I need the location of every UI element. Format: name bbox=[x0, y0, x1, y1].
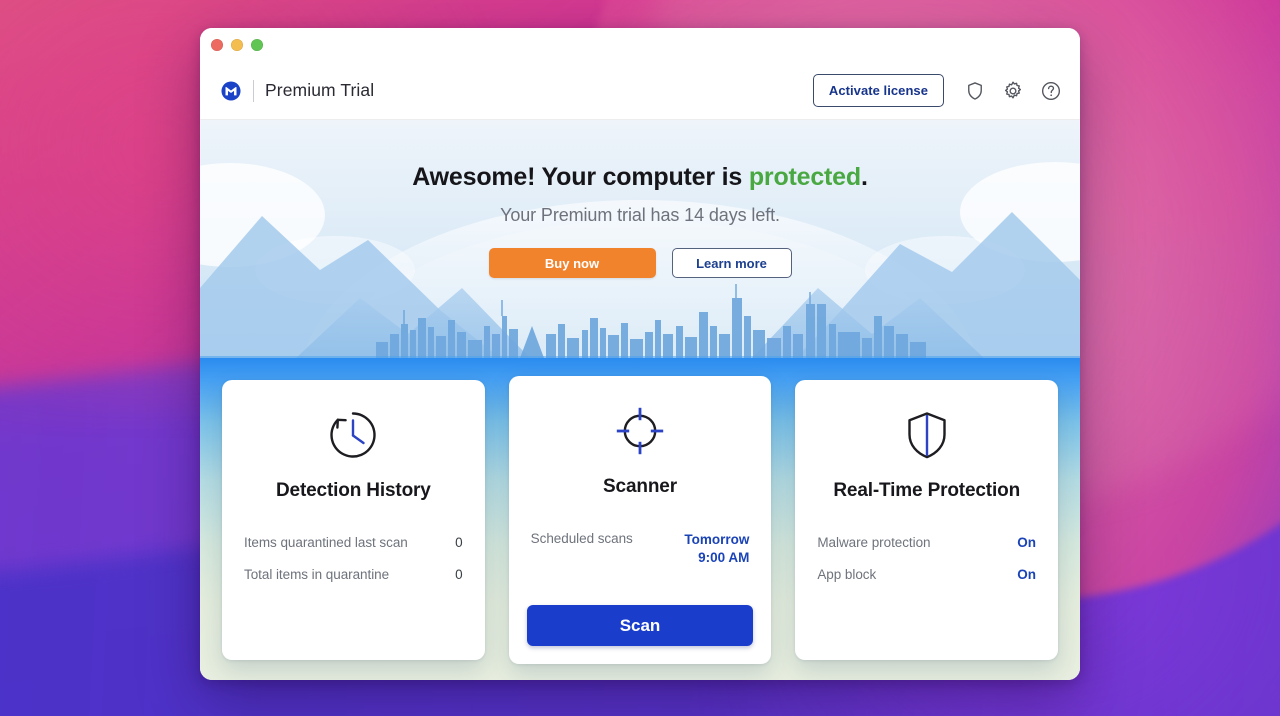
card-spacer bbox=[813, 599, 1040, 642]
brand-divider bbox=[253, 79, 254, 102]
activate-license-button[interactable]: Activate license bbox=[812, 74, 944, 107]
scheduled-scan-time: 9:00 AM bbox=[698, 550, 750, 566]
hero-headline-suffix: . bbox=[860, 163, 868, 191]
table-row: Scheduled scans Tomorrow 9:00 AM bbox=[527, 531, 754, 567]
header-icon-group bbox=[964, 80, 1062, 102]
table-row: Malware protection On bbox=[813, 535, 1040, 550]
hero-content: Awesome! Your computer is protected. You… bbox=[200, 120, 1080, 278]
window-maximize-button[interactable] bbox=[251, 39, 263, 51]
hero-headline-prefix: Awesome! Your computer is bbox=[412, 163, 749, 191]
row-label: Scheduled scans bbox=[530, 531, 633, 546]
hero-headline: Awesome! Your computer is protected. bbox=[200, 163, 1080, 192]
clock-history-icon bbox=[240, 404, 467, 466]
app-title: Premium Trial bbox=[265, 80, 375, 100]
card-scanner[interactable]: Scanner Scheduled scans Tomorrow 9:00 AM… bbox=[508, 376, 772, 664]
card-rows: Scheduled scans Tomorrow 9:00 AM bbox=[527, 531, 754, 584]
card-rows: Malware protection On App block On bbox=[813, 535, 1040, 599]
hero-status-word: protected bbox=[748, 163, 861, 191]
row-value: On bbox=[1017, 535, 1037, 550]
gear-icon[interactable] bbox=[1002, 80, 1024, 102]
table-row: Items quarantined last scan 0 bbox=[240, 535, 467, 550]
hero-banner: Awesome! Your computer is protected. You… bbox=[200, 120, 1080, 358]
row-label: Items quarantined last scan bbox=[244, 535, 408, 550]
scheduled-scan-day: Tomorrow bbox=[684, 532, 750, 547]
hero-button-group: Buy now Learn more bbox=[200, 248, 1080, 278]
card-detection-history[interactable]: Detection History Items quarantined last… bbox=[222, 380, 485, 660]
card-spacer bbox=[527, 584, 754, 605]
row-value: On bbox=[1017, 567, 1037, 582]
card-spacer bbox=[240, 599, 467, 642]
table-row: App block On bbox=[813, 567, 1040, 582]
window-titlebar[interactable] bbox=[200, 28, 1080, 62]
app-header: Premium Trial Activate license bbox=[200, 62, 1080, 120]
row-value: 0 bbox=[455, 567, 463, 582]
scan-button[interactable]: Scan bbox=[526, 605, 754, 646]
card-title: Detection History bbox=[275, 480, 431, 501]
help-icon[interactable] bbox=[1040, 80, 1062, 102]
table-row: Total items in quarantine 0 bbox=[240, 567, 467, 582]
brand-group: Premium Trial bbox=[220, 79, 375, 102]
shield-icon[interactable] bbox=[964, 80, 986, 102]
row-value: 0 bbox=[455, 535, 463, 550]
window-minimize-button[interactable] bbox=[231, 39, 243, 51]
malwarebytes-logo-icon bbox=[220, 80, 242, 102]
hero-subtitle: Your Premium trial has 14 days left. bbox=[500, 205, 780, 225]
row-value: Tomorrow 9:00 AM bbox=[684, 531, 749, 567]
row-label: Total items in quarantine bbox=[244, 567, 390, 582]
malwarebytes-app-window: Premium Trial Activate license Awesome! … bbox=[200, 28, 1080, 680]
window-close-button[interactable] bbox=[211, 39, 223, 51]
card-real-time-protection[interactable]: Real-Time Protection Malware protection … bbox=[795, 380, 1059, 660]
crosshair-target-icon bbox=[527, 400, 754, 462]
row-label: App block bbox=[817, 567, 877, 582]
card-title: Scanner bbox=[603, 476, 677, 497]
card-rows: Items quarantined last scan 0 Total item… bbox=[240, 535, 467, 599]
dashboard-cards: Detection History Items quarantined last… bbox=[200, 358, 1080, 680]
row-label: Malware protection bbox=[817, 535, 931, 550]
card-title: Real-Time Protection bbox=[833, 480, 1021, 501]
buy-now-button[interactable]: Buy now bbox=[488, 248, 656, 278]
learn-more-button[interactable]: Learn more bbox=[671, 248, 792, 278]
shield-protection-icon bbox=[813, 404, 1040, 466]
